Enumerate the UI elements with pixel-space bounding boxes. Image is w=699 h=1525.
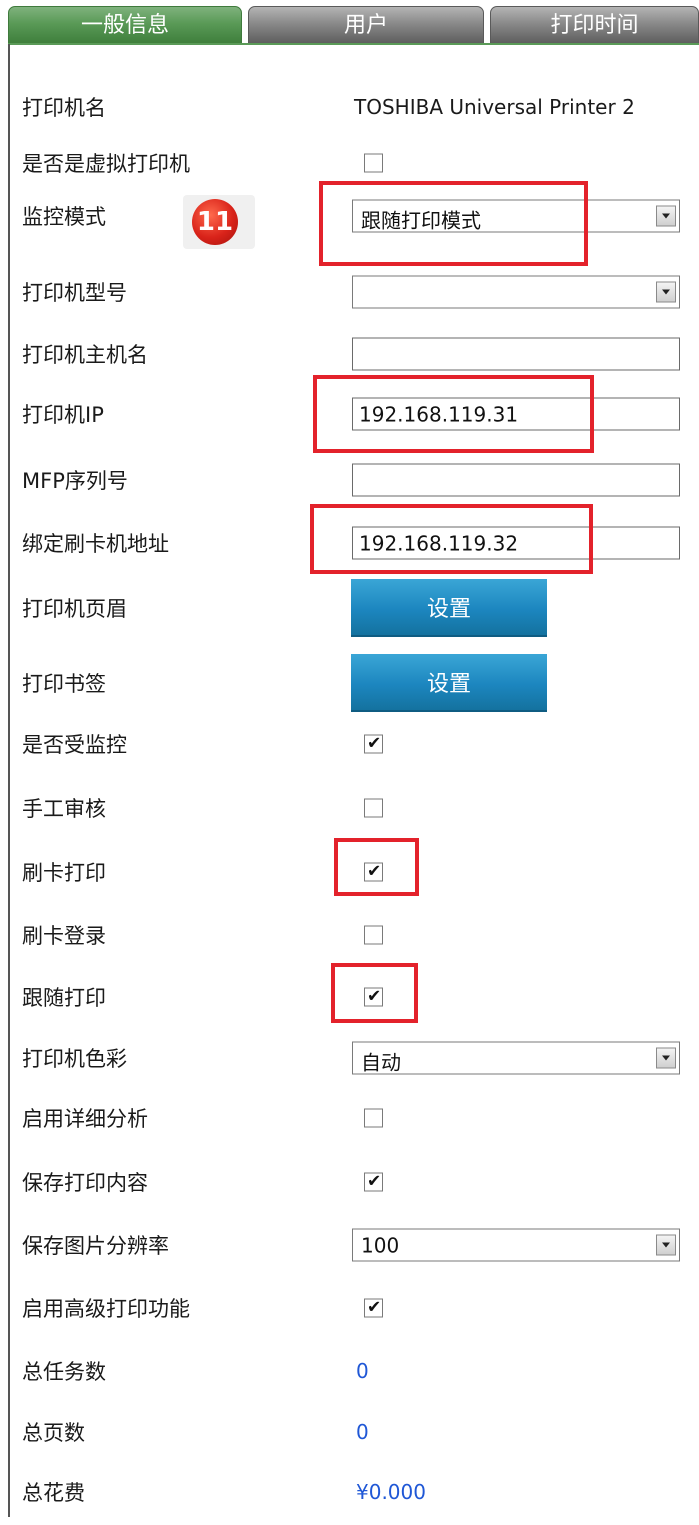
advanced-print-checkbox[interactable]: ✔ bbox=[364, 1297, 383, 1318]
total-pages-label: 总页数 bbox=[22, 1421, 85, 1445]
row-printer-header: 打印机页眉 设置 bbox=[10, 575, 699, 641]
manual-review-checkbox[interactable] bbox=[364, 798, 383, 818]
detailed-analysis-checkbox[interactable] bbox=[364, 1108, 383, 1128]
total-pages-value: 0 bbox=[356, 1420, 369, 1444]
printer-model-select[interactable] bbox=[352, 275, 680, 309]
row-manual-review: 手工审核 bbox=[10, 775, 699, 841]
is-virtual-label: 是否是虚拟打印机 bbox=[22, 152, 190, 176]
row-card-login: 刷卡登录 bbox=[10, 902, 699, 968]
checkmark-icon: ✔ bbox=[367, 733, 382, 754]
card-print-label: 刷卡打印 bbox=[22, 861, 106, 885]
printer-header-label: 打印机页眉 bbox=[22, 597, 127, 621]
follow-print-label: 跟随打印 bbox=[22, 986, 106, 1010]
mfp-serial-input[interactable] bbox=[352, 463, 680, 497]
tab-users[interactable]: 用户 bbox=[248, 6, 484, 44]
row-image-resolution: 保存图片分辨率 100 bbox=[10, 1212, 699, 1278]
image-resolution-label: 保存图片分辨率 bbox=[22, 1234, 169, 1258]
row-total-jobs: 总任务数 0 bbox=[10, 1338, 699, 1404]
save-content-checkbox[interactable]: ✔ bbox=[364, 1171, 383, 1192]
printer-name-label: 打印机名 bbox=[22, 96, 106, 120]
is-monitored-checkbox[interactable]: ✔ bbox=[364, 733, 383, 754]
row-save-content: 保存打印内容 ✔ bbox=[10, 1149, 699, 1215]
printer-name-value: TOSHIBA Universal Printer 2 bbox=[354, 95, 635, 119]
chevron-down-icon[interactable] bbox=[656, 205, 676, 227]
printer-color-select[interactable]: 自动 bbox=[352, 1041, 680, 1075]
row-print-bookmark: 打印书签 设置 bbox=[10, 650, 699, 716]
print-bookmark-settings-button[interactable]: 设置 bbox=[351, 654, 547, 712]
total-jobs-label: 总任务数 bbox=[22, 1360, 106, 1384]
highlight-printer-ip bbox=[313, 375, 594, 453]
is-monitored-label: 是否受监控 bbox=[22, 733, 127, 757]
card-reader-address-label: 绑定刷卡机地址 bbox=[22, 532, 169, 556]
mfp-serial-label: MFP序列号 bbox=[22, 469, 128, 493]
total-cost-value: ¥0.000 bbox=[356, 1480, 426, 1504]
printer-host-input[interactable] bbox=[352, 337, 680, 371]
card-login-checkbox[interactable] bbox=[364, 925, 383, 945]
tab-underline bbox=[8, 43, 699, 45]
is-virtual-checkbox[interactable] bbox=[364, 153, 383, 173]
monitor-mode-label: 监控模式 bbox=[22, 205, 106, 229]
step-number-badge: 11 bbox=[192, 199, 238, 245]
row-is-monitored: 是否受监控 ✔ bbox=[10, 711, 699, 777]
highlight-card-print bbox=[334, 838, 419, 896]
total-cost-label: 总花费 bbox=[22, 1481, 85, 1505]
row-printer-model: 打印机型号 bbox=[10, 259, 699, 325]
row-advanced-print: 启用高级打印功能 ✔ bbox=[10, 1275, 699, 1341]
highlight-monitor-mode bbox=[319, 181, 588, 266]
checkmark-icon: ✔ bbox=[367, 1297, 382, 1318]
printer-model-label: 打印机型号 bbox=[22, 281, 127, 305]
printer-ip-label: 打印机IP bbox=[22, 403, 104, 427]
advanced-print-label: 启用高级打印功能 bbox=[22, 1297, 190, 1321]
image-resolution-selected: 100 bbox=[361, 1233, 400, 1258]
step-badge: 11 bbox=[183, 195, 255, 249]
print-bookmark-label: 打印书签 bbox=[22, 672, 106, 696]
row-printer-color: 打印机色彩 自动 bbox=[10, 1025, 699, 1091]
highlight-card-reader-address bbox=[310, 504, 593, 574]
row-detailed-analysis: 启用详细分析 bbox=[10, 1085, 699, 1151]
manual-review-label: 手工审核 bbox=[22, 797, 106, 821]
row-total-cost: 总花费 ¥0.000 bbox=[10, 1459, 699, 1525]
printer-header-settings-button[interactable]: 设置 bbox=[351, 579, 547, 637]
detailed-analysis-label: 启用详细分析 bbox=[22, 1107, 148, 1131]
tab-general-info[interactable]: 一般信息 bbox=[8, 6, 242, 44]
image-resolution-select[interactable]: 100 bbox=[352, 1228, 680, 1262]
printer-host-label: 打印机主机名 bbox=[22, 343, 148, 367]
printer-color-selected: 自动 bbox=[361, 1050, 401, 1075]
highlight-follow-print bbox=[331, 963, 418, 1023]
printer-color-label: 打印机色彩 bbox=[22, 1047, 127, 1071]
card-login-label: 刷卡登录 bbox=[22, 924, 106, 948]
chevron-down-icon[interactable] bbox=[656, 1234, 676, 1256]
chevron-down-icon[interactable] bbox=[656, 281, 676, 303]
tab-bar: 一般信息 用户 打印时间 bbox=[0, 0, 699, 44]
row-total-pages: 总页数 0 bbox=[10, 1399, 699, 1465]
save-content-label: 保存打印内容 bbox=[22, 1171, 148, 1195]
checkmark-icon: ✔ bbox=[367, 1171, 382, 1192]
total-jobs-value: 0 bbox=[356, 1359, 369, 1383]
tab-print-time[interactable]: 打印时间 bbox=[490, 6, 699, 44]
chevron-down-icon[interactable] bbox=[656, 1047, 676, 1069]
